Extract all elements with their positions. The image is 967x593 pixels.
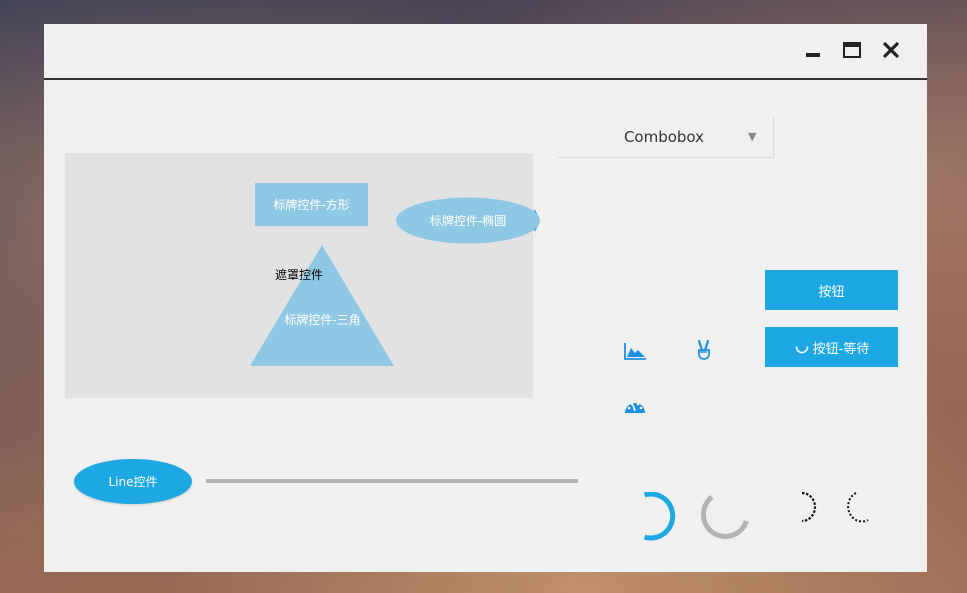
peace-hand-icon[interactable] xyxy=(695,339,713,365)
maximize-button[interactable] xyxy=(839,40,865,64)
close-button[interactable] xyxy=(878,40,904,64)
combobox[interactable]: Combobox ▼ xyxy=(558,117,774,158)
sign-triangle-control[interactable]: 标牌控件-三角 xyxy=(250,245,395,367)
sign-ellipse-control[interactable]: 标牌控件-椭圆 xyxy=(396,197,542,244)
primary-button[interactable]: 按钮 xyxy=(765,270,898,310)
loading-spinner-blue xyxy=(638,491,678,548)
mask-control-label: 遮罩控件 xyxy=(275,268,324,282)
sign-rect-control[interactable]: 标牌控件-方形 xyxy=(255,183,368,226)
waiting-button-label: 按钮-等待 xyxy=(812,341,870,357)
line-control[interactable]: Line控件 xyxy=(74,459,192,504)
area-chart-icon[interactable] xyxy=(624,342,647,364)
dropdown-arrow-icon: ▼ xyxy=(748,130,757,143)
minimize-button[interactable] xyxy=(800,40,826,64)
title-bar xyxy=(44,24,927,80)
maximize-icon xyxy=(843,42,861,62)
sign-triangle-label: 标牌控件-三角 xyxy=(284,313,361,327)
sign-rect-label: 标牌控件-方形 xyxy=(273,198,350,212)
loading-spinner-gray xyxy=(696,492,750,548)
loading-spinner-dotted-left xyxy=(842,492,872,528)
minimize-icon xyxy=(805,42,821,62)
spinner-icon xyxy=(794,339,810,355)
line-control-label: Line控件 xyxy=(108,475,158,489)
loading-spinner-dotted-right xyxy=(797,491,827,528)
combobox-value: Combobox xyxy=(623,128,705,146)
app-window: 标牌控件-方形 标牌控件-椭圆 标牌控件-三角 遮罩控件 Combobox ▼ … xyxy=(44,24,927,572)
mask-panel: 标牌控件-方形 标牌控件-椭圆 标牌控件-三角 遮罩控件 xyxy=(65,153,540,398)
sign-ellipse-label: 标牌控件-椭圆 xyxy=(429,214,507,228)
horizontal-line xyxy=(206,479,578,483)
close-icon xyxy=(883,42,899,62)
waiting-button[interactable]: 按钮-等待 xyxy=(765,327,898,367)
dashboard-gauge-icon[interactable] xyxy=(624,398,646,418)
primary-button-label: 按钮 xyxy=(818,284,845,300)
